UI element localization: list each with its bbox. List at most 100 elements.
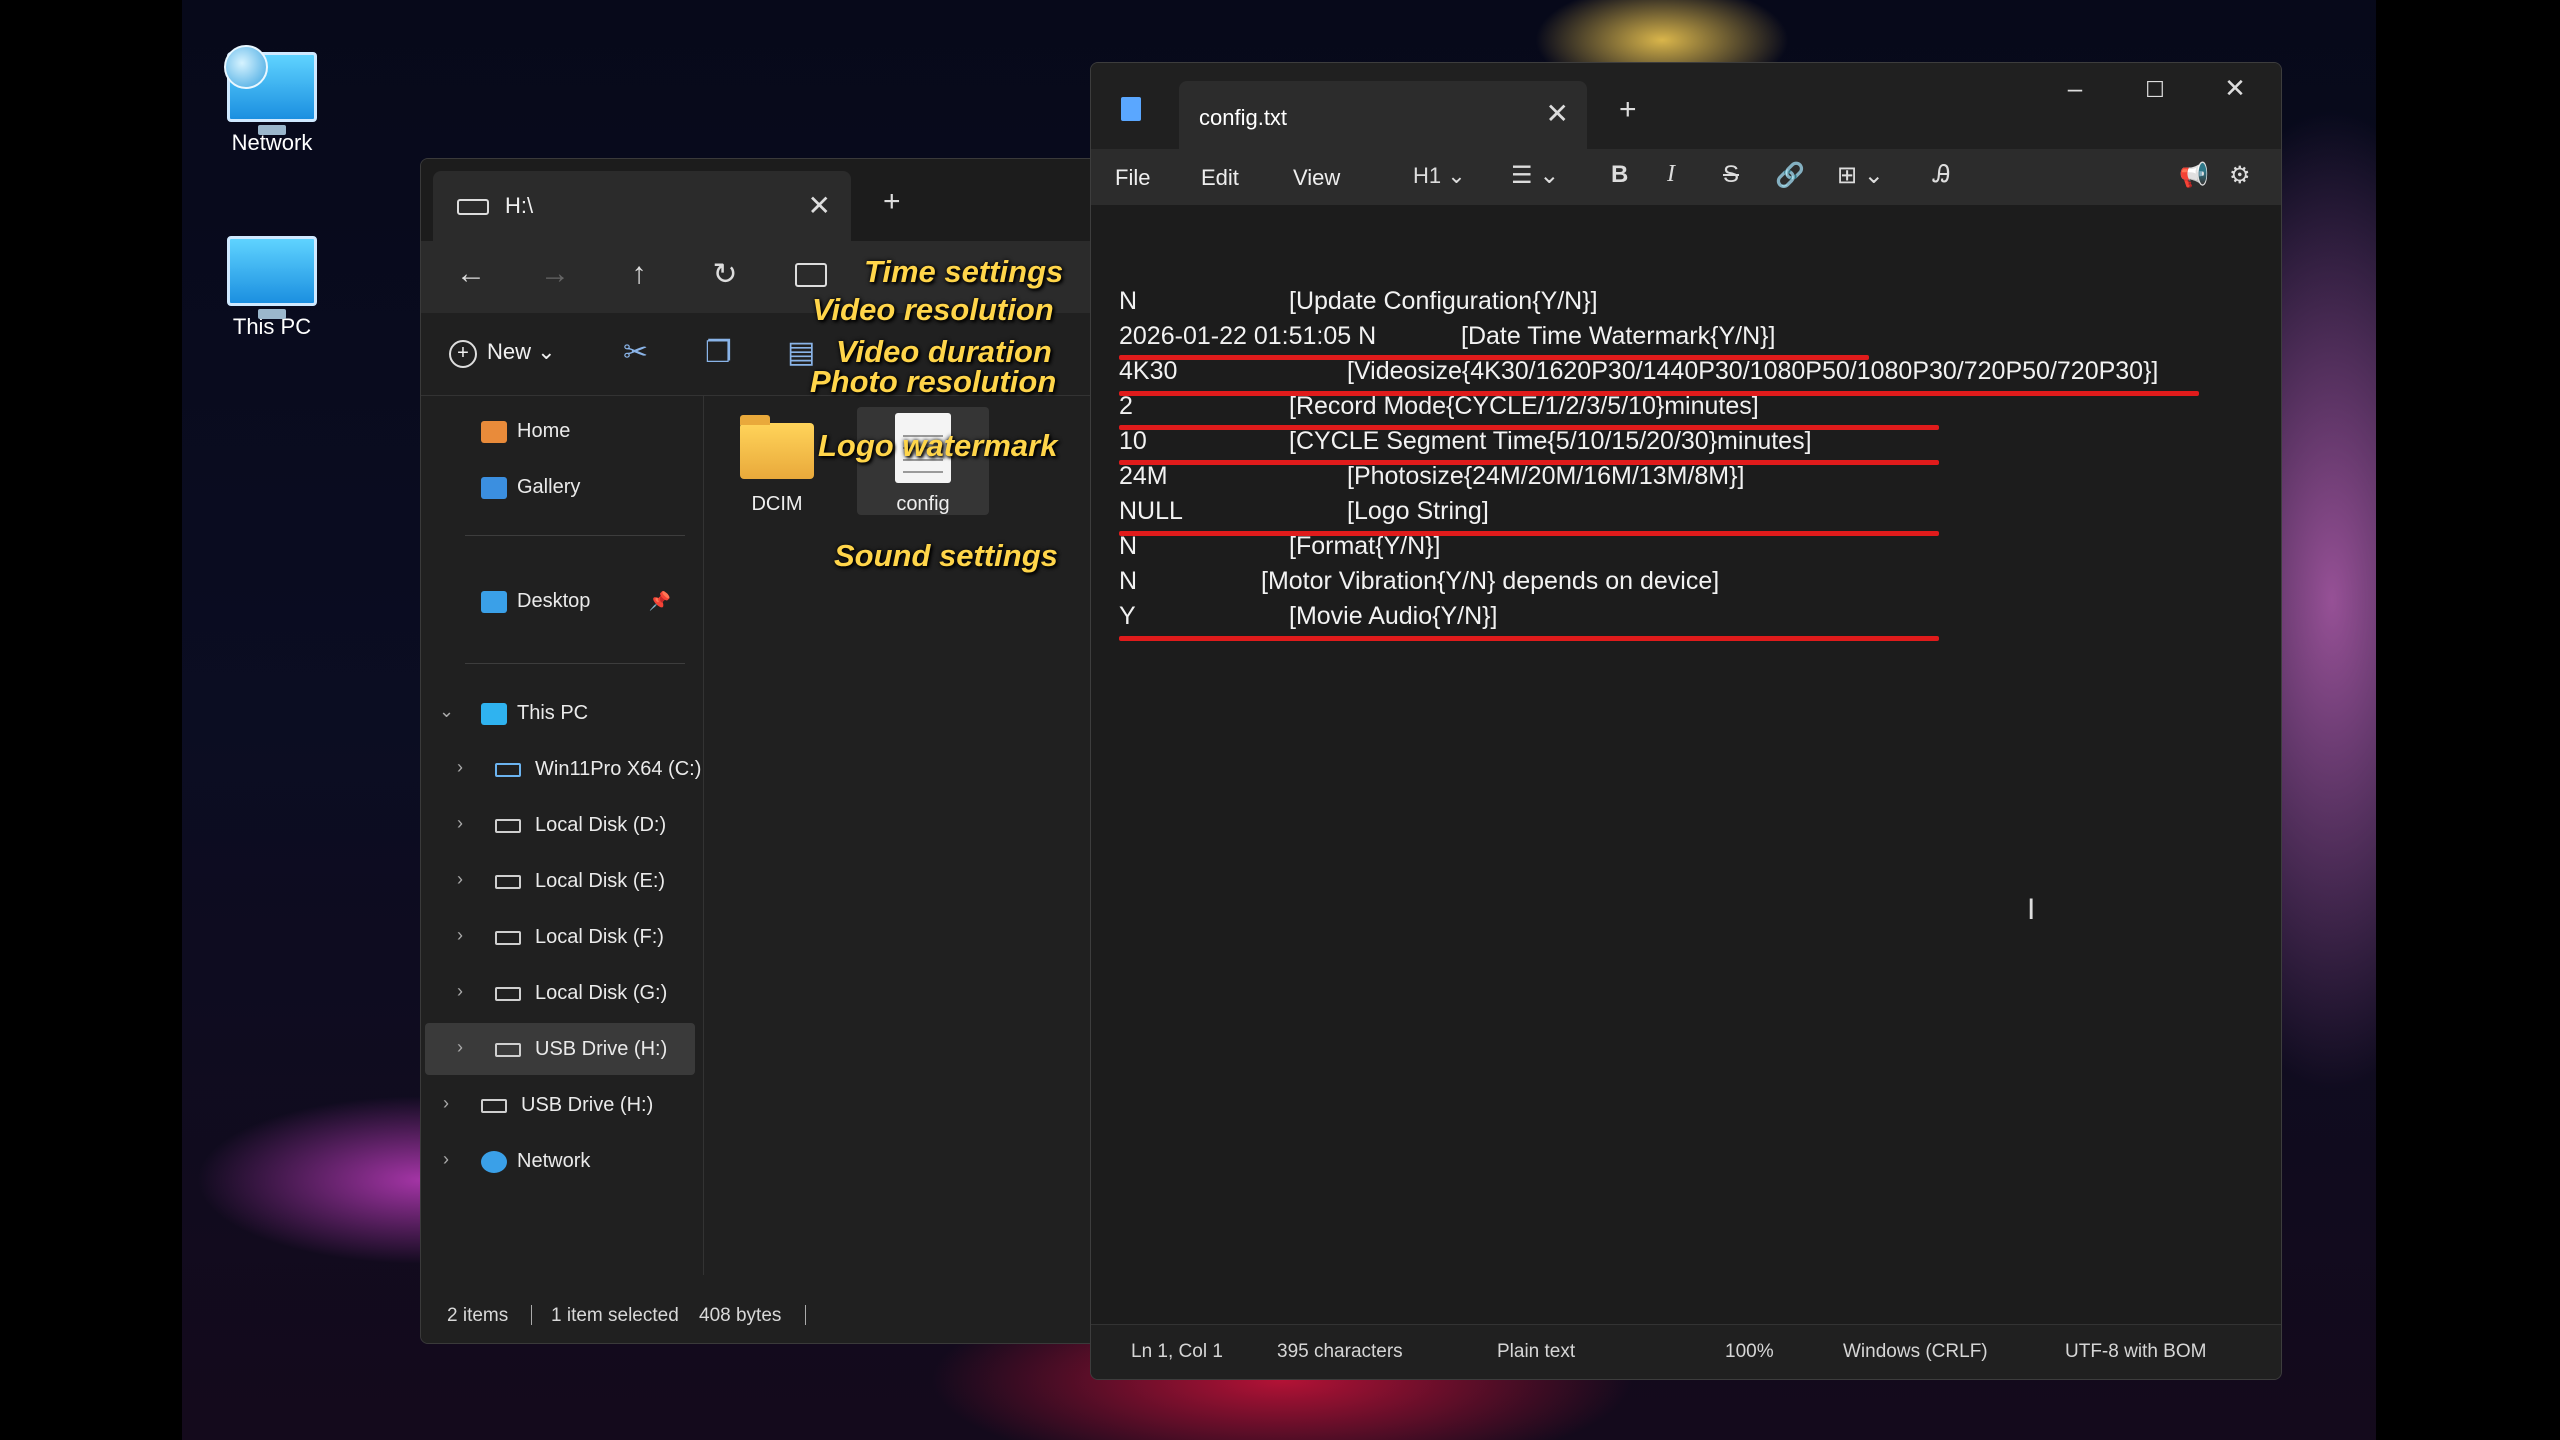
sidebar-item-drive-f[interactable]: Local Disk (F:)	[495, 911, 664, 963]
menu-edit[interactable]: Edit	[1201, 165, 1239, 191]
list-dropdown[interactable]: ☰ ⌄	[1511, 161, 1559, 190]
maximize-button[interactable]: ☐	[2135, 77, 2175, 103]
table-dropdown[interactable]: ⊞ ⌄	[1837, 161, 1884, 190]
forward-button[interactable]: →	[535, 257, 575, 291]
notepad-status-bar: Ln 1, Col 1 395 characters Plain text 10…	[1091, 1324, 2281, 1379]
chevron-right-icon[interactable]: ›	[457, 981, 463, 1002]
chevron-right-icon[interactable]: ›	[457, 925, 463, 946]
chevron-right-icon[interactable]: ›	[457, 1037, 463, 1058]
new-button[interactable]: + New ⌄	[449, 339, 556, 368]
refresh-button[interactable]: ↻	[705, 257, 745, 292]
windows-drive-icon	[495, 762, 521, 777]
sidebar-item-this-pc[interactable]: This PC	[481, 687, 588, 739]
config-line: 4K30 [Videosize{4K30/1620P30/1440P30/1080…	[1119, 357, 2158, 386]
config-value: Y	[1119, 602, 1136, 630]
sidebar-item-usb-drive[interactable]: USB Drive (H:)	[481, 1079, 653, 1131]
gear-icon[interactable]: ⚙	[2229, 161, 2251, 190]
cursor-position: Ln 1, Col 1	[1131, 1341, 1223, 1362]
clear-formatting-icon[interactable]: Ꭿ	[1933, 161, 1950, 189]
menu-file[interactable]: File	[1115, 165, 1150, 191]
close-window-button[interactable]: ✕	[2215, 73, 2255, 104]
sidebar-item-label: Local Disk (E:)	[535, 870, 666, 892]
sidebar-item-drive-e[interactable]: Local Disk (E:)	[495, 855, 665, 907]
explorer-titlebar: H:\ ✕ +	[421, 159, 1101, 241]
file-name: config	[896, 493, 950, 515]
config-value: 2	[1119, 392, 1133, 420]
sidebar-item-drive-d[interactable]: Local Disk (D:)	[495, 799, 666, 851]
sidebar-item-desktop[interactable]: Desktop 📌	[481, 575, 681, 627]
line-ending[interactable]: Windows (CRLF)	[1843, 1341, 1988, 1363]
notepad-window: config.txt ✕ + – ☐ ✕ File Edit View H1 ⌄…	[1090, 62, 2282, 1380]
sidebar-item-label: USB Drive (H:)	[521, 1094, 654, 1116]
up-button[interactable]: ↑	[619, 257, 659, 291]
annotation-sound-settings: Sound settings	[834, 538, 1058, 573]
red-underline	[1119, 355, 1869, 360]
close-icon[interactable]: ✕	[808, 189, 831, 222]
chevron-down-icon: ⌄	[537, 339, 556, 364]
config-line: NULL [Logo String]	[1119, 497, 1489, 526]
bold-button[interactable]: B	[1611, 161, 1628, 189]
close-icon[interactable]: ✕	[1546, 97, 1569, 130]
notepad-editor[interactable]: N [Update Configuration{Y/N}] 2026-01-22 …	[1091, 205, 2281, 1325]
config-line: 10 [CYCLE Segment Time{5/10/15/20/30}minu…	[1119, 427, 1812, 456]
this-pc-icon[interactable]	[795, 263, 827, 287]
text-format[interactable]: Plain text	[1497, 1341, 1575, 1363]
config-value: 2026-01-22 01:51:05 N	[1119, 322, 1377, 350]
zoom-level[interactable]: 100%	[1725, 1341, 1774, 1363]
drive-icon	[495, 818, 521, 833]
chevron-right-icon[interactable]: ›	[443, 1149, 449, 1170]
network-icon	[224, 45, 317, 135]
sidebar-item-label: Home	[517, 420, 571, 442]
sidebar-item-network[interactable]: Network	[481, 1135, 590, 1187]
desktop-network-shortcut[interactable]: Network	[212, 45, 332, 156]
sidebar-item-gallery[interactable]: Gallery	[481, 461, 580, 513]
chevron-down-icon: ⌄	[1447, 163, 1466, 188]
sidebar-item-drive-h[interactable]: USB Drive (H:)	[425, 1023, 695, 1075]
config-label: [Logo String]	[1347, 497, 1489, 525]
new-tab-button[interactable]: +	[883, 185, 901, 219]
status-divider	[531, 1305, 532, 1325]
strikethrough-button[interactable]: S	[1723, 161, 1739, 189]
sidebar-item-home[interactable]: Home	[481, 405, 570, 457]
desktop-this-pc-shortcut[interactable]: This PC	[212, 236, 332, 340]
chevron-right-icon[interactable]: ›	[457, 757, 463, 778]
chevron-right-icon[interactable]: ›	[457, 869, 463, 890]
notepad-app-icon	[1121, 97, 1141, 121]
red-underline	[1119, 460, 1939, 465]
red-underline	[1119, 531, 1939, 536]
sidebar-item-label: Gallery	[517, 476, 581, 498]
notepad-tab-title: config.txt	[1199, 105, 1288, 130]
red-underline	[1119, 636, 1939, 641]
sidebar-item-drive-g[interactable]: Local Disk (G:)	[495, 967, 667, 1019]
menu-view[interactable]: View	[1293, 165, 1340, 191]
copy-icon[interactable]: ❐	[705, 335, 732, 370]
sidebar-item-label: Desktop	[517, 590, 591, 612]
annotation-video-resolution: Video resolution	[812, 292, 1054, 327]
link-icon[interactable]: 🔗	[1775, 161, 1805, 190]
list-icon: ☰	[1511, 162, 1533, 189]
cut-icon[interactable]: ✂	[623, 335, 648, 370]
sidebar-divider	[465, 535, 685, 536]
encoding[interactable]: UTF-8 with BOM	[2065, 1341, 2206, 1363]
heading-dropdown[interactable]: H1 ⌄	[1413, 163, 1466, 189]
chevron-right-icon[interactable]: ›	[457, 813, 463, 834]
sidebar-item-drive-c[interactable]: Win11Pro X64 (C:)	[495, 743, 701, 795]
copilot-icon[interactable]: 📢	[2179, 161, 2209, 190]
plus-icon: +	[449, 340, 477, 368]
explorer-status-bar: 2 items 1 item selected 408 bytes	[421, 1287, 1101, 1343]
explorer-tab[interactable]: H:\ ✕	[433, 171, 851, 241]
selection-count: 1 item selected	[551, 1305, 679, 1326]
notepad-tab[interactable]: config.txt ✕	[1179, 81, 1587, 149]
italic-button[interactable]: I	[1667, 161, 1675, 188]
new-tab-button[interactable]: +	[1619, 93, 1637, 127]
minimize-button[interactable]: –	[2055, 73, 2095, 104]
gallery-icon	[481, 476, 507, 499]
explorer-file-list: DCIM config	[703, 395, 1101, 1275]
config-value: N	[1119, 287, 1138, 315]
chevron-right-icon[interactable]: ›	[443, 1093, 449, 1114]
back-button[interactable]: ←	[451, 257, 491, 291]
chevron-down-icon[interactable]: ⌄	[439, 701, 454, 722]
config-value: 4K30	[1119, 357, 1178, 385]
config-value: 24M	[1119, 462, 1168, 490]
config-line: N [Format{Y/N}]	[1119, 532, 1440, 561]
